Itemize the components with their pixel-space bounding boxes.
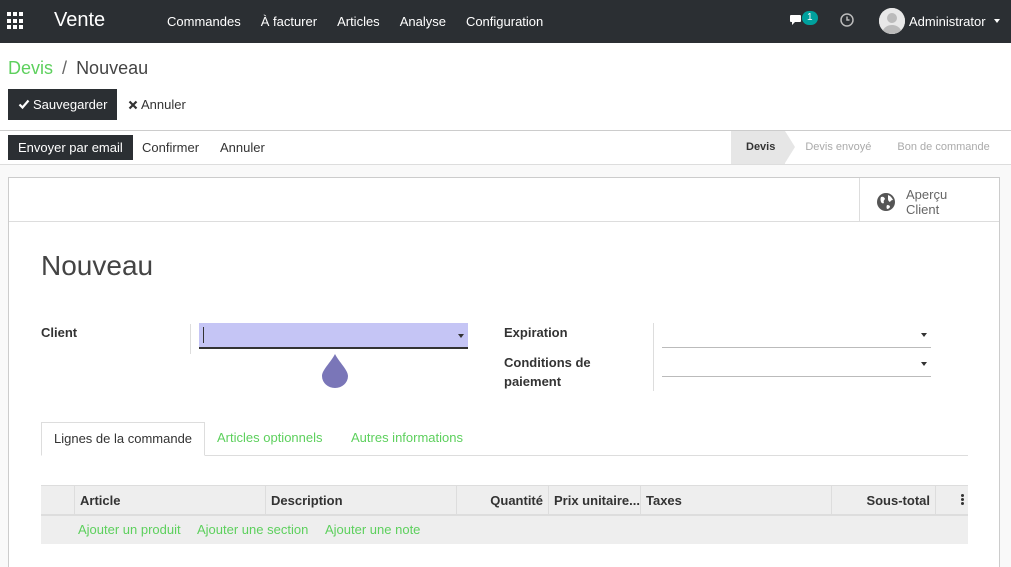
column-header-quantity[interactable]: Quantité <box>456 486 548 515</box>
kebab-menu-icon[interactable] <box>961 494 964 505</box>
text-cursor <box>203 327 204 343</box>
tab-other-info[interactable]: Autres informations <box>339 422 475 456</box>
main-menu: Commandes À facturer Articles Analyse Co… <box>157 0 553 43</box>
add-section-link[interactable]: Ajouter une section <box>197 522 308 537</box>
chevron-down-icon[interactable] <box>994 19 1000 23</box>
column-header-unit-price[interactable]: Prix unitaire... <box>548 486 640 515</box>
client-input[interactable] <box>199 323 468 349</box>
cancel-order-button[interactable]: Annuler <box>220 135 265 160</box>
user-avatar[interactable] <box>879 8 905 34</box>
confirm-button[interactable]: Confirmer <box>142 135 199 160</box>
payment-terms-select[interactable] <box>662 351 931 377</box>
chevron-down-icon[interactable] <box>921 333 927 337</box>
check-icon <box>18 99 30 110</box>
column-header-taxes[interactable]: Taxes <box>640 486 831 515</box>
stage-bon-de-commande[interactable]: Bon de commande <box>881 131 999 164</box>
preview-line-1: Aperçu <box>906 187 948 202</box>
chevron-down-icon[interactable] <box>458 334 464 338</box>
record-title: Nouveau <box>41 250 154 281</box>
payment-terms-label: Conditions de paiement <box>504 353 591 391</box>
drag-handle-icon[interactable] <box>320 352 350 390</box>
breadcrumb-current: Nouveau <box>76 58 149 78</box>
client-label: Client <box>41 325 78 340</box>
globe-icon <box>877 193 895 211</box>
button-box: Aperçu Client <box>9 178 999 222</box>
menu-item-analyse[interactable]: Analyse <box>390 0 456 43</box>
preview-label: Aperçu Client <box>906 187 976 217</box>
activity-clock-icon[interactable] <box>840 13 854 27</box>
chevron-down-icon[interactable] <box>921 362 927 366</box>
discard-button[interactable]: Annuler <box>128 89 186 120</box>
customer-preview-button[interactable]: Aperçu Client <box>859 178 999 222</box>
field-separator <box>653 323 654 391</box>
column-header-description[interactable]: Description <box>265 486 456 515</box>
field-separator <box>190 324 191 354</box>
breadcrumb-parent[interactable]: Devis <box>8 58 53 78</box>
payment-terms-label-line-2: paiement <box>504 374 562 389</box>
table-header: Article Description Quantité Prix unitai… <box>41 485 968 516</box>
breadcrumb-separator: / <box>62 58 68 78</box>
messages-badge: 1 <box>802 11 818 25</box>
order-lines-table: Article Description Quantité Prix unitai… <box>41 485 968 544</box>
stage-devis[interactable]: Devis <box>731 131 796 164</box>
menu-item-configuration[interactable]: Configuration <box>456 0 553 43</box>
preview-line-2: Client <box>906 202 940 217</box>
top-navbar: Vente Commandes À facturer Articles Anal… <box>0 0 1011 43</box>
app-brand[interactable]: Vente <box>54 9 105 32</box>
column-header-article[interactable]: Article <box>74 486 265 515</box>
tab-optional-products[interactable]: Articles optionnels <box>205 422 335 456</box>
add-product-link[interactable]: Ajouter un produit <box>78 522 181 537</box>
column-options[interactable] <box>935 486 968 515</box>
tab-order-lines[interactable]: Lignes de la commande <box>41 422 206 456</box>
form-sheet: Aperçu Client Nouveau Client Expiration … <box>8 177 1000 567</box>
add-note-link[interactable]: Ajouter une note <box>325 522 420 537</box>
column-header-subtotal[interactable]: Sous-total <box>831 486 935 515</box>
stage-pipeline: Devis Devis envoyé Bon de commande <box>731 131 1000 164</box>
menu-item-articles[interactable]: Articles <box>327 0 390 43</box>
stage-devis-envoye[interactable]: Devis envoyé <box>785 131 881 164</box>
discard-label: Annuler <box>141 97 186 112</box>
breadcrumb: Devis / Nouveau <box>8 58 148 79</box>
form-statusbar: Envoyer par email Confirmer Annuler Devi… <box>0 131 1011 165</box>
user-menu[interactable]: Administrator <box>909 14 986 29</box>
close-icon <box>128 100 138 110</box>
save-button[interactable]: Sauvegarder <box>8 89 117 120</box>
apps-menu-icon[interactable] <box>7 12 25 30</box>
menu-item-commandes[interactable]: Commandes <box>157 0 251 43</box>
send-email-button[interactable]: Envoyer par email <box>8 135 133 160</box>
payment-terms-label-line-1: Conditions de <box>504 355 591 370</box>
notebook-tabs: Lignes de la commande Articles optionnel… <box>41 422 968 456</box>
expiration-label: Expiration <box>504 325 568 340</box>
control-panel: Devis / Nouveau Sauvegarder Annuler <box>0 43 1011 131</box>
menu-item-a-facturer[interactable]: À facturer <box>251 0 327 43</box>
table-add-row: Ajouter un produit Ajouter une section A… <box>41 516 968 544</box>
save-label: Sauvegarder <box>33 97 108 112</box>
expiration-date-field[interactable] <box>662 322 931 348</box>
